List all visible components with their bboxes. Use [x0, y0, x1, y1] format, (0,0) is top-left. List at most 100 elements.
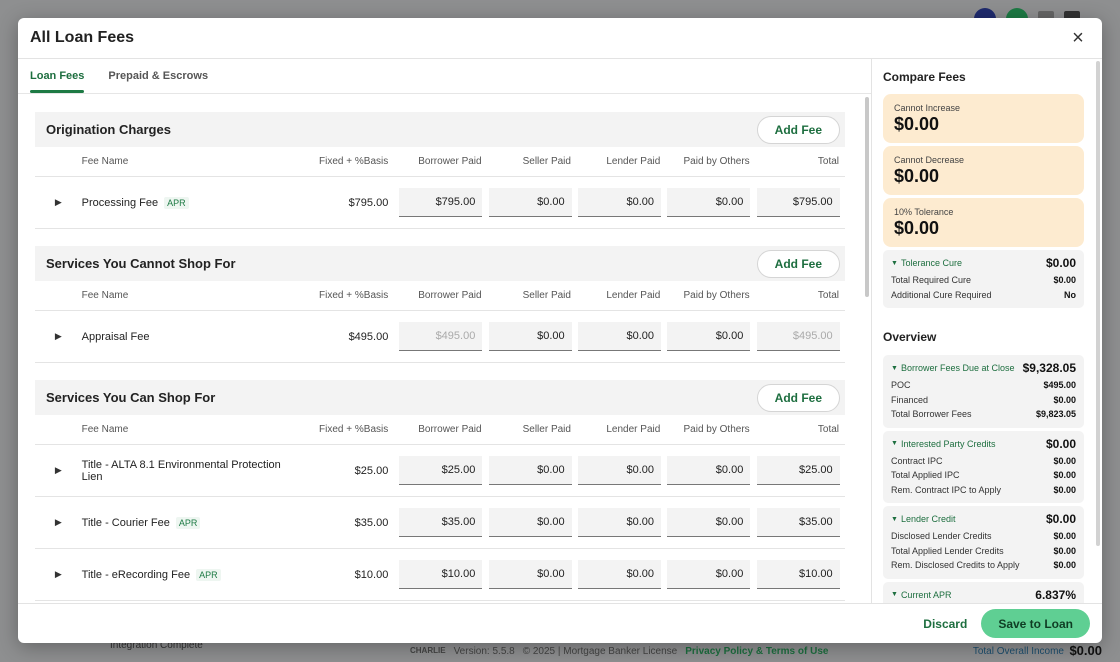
summary-row: Total Applied Lender Credits $0.00: [891, 545, 1076, 556]
lender-paid-input[interactable]: [577, 508, 661, 537]
borrower-fees-value: $9,328.05: [1022, 361, 1076, 375]
lender-paid-input[interactable]: [577, 188, 661, 217]
col-seller-paid: Seller Paid: [522, 156, 571, 167]
borrower-paid-input[interactable]: [399, 456, 483, 485]
expand-arrow-icon[interactable]: ▶: [35, 569, 82, 580]
table-row: ▶ Title - eRecording Fee APR $10.00: [35, 549, 845, 601]
tolerance-cure-header[interactable]: ▼ Tolerance Cure $0.00: [891, 256, 1076, 270]
version-text: Version: 5.5.8: [453, 646, 515, 657]
add-fee-button[interactable]: Add Fee: [756, 383, 840, 412]
summary-row: Additional Cure Required No: [891, 289, 1076, 300]
expand-arrow-icon[interactable]: ▶: [35, 331, 82, 342]
caret-down-icon: ▼: [891, 259, 898, 267]
close-icon[interactable]: ×: [1066, 28, 1090, 48]
lender-credit-header[interactable]: ▼ Lender Credit $0.00: [891, 512, 1076, 526]
borrower-paid-input[interactable]: [399, 188, 483, 217]
col-fee-name: Fee Name: [81, 290, 129, 301]
current-apr-card: ▼ Current APR 6.837%: [883, 581, 1084, 603]
paid-by-others-input[interactable]: [667, 322, 751, 351]
paid-by-others-input[interactable]: [667, 456, 751, 485]
col-lender-paid: Lender Paid: [606, 424, 661, 435]
cannot-decrease-value: $0.00: [894, 166, 940, 186]
fixed-basis-value: $35.00: [354, 516, 389, 529]
total-input[interactable]: [756, 508, 840, 537]
modal-footer: Discard Save to Loan: [18, 603, 1102, 643]
lender-credit-toggle[interactable]: ▼ Lender Credit: [891, 514, 955, 524]
lender-paid-input[interactable]: [577, 322, 661, 351]
col-paid-by-others: Paid by Others: [683, 424, 750, 435]
col-borrower-paid: Borrower Paid: [418, 156, 482, 167]
total-input[interactable]: [756, 456, 840, 485]
lender-paid-input[interactable]: [577, 456, 661, 485]
borrower-paid-input[interactable]: [399, 322, 483, 351]
summary-row: Total Required Cure $0.00: [891, 275, 1076, 285]
col-fee-name: Fee Name: [81, 424, 129, 435]
fee-name: Title - eRecording Fee: [81, 568, 191, 581]
expand-arrow-icon[interactable]: ▶: [35, 517, 82, 528]
total-input[interactable]: [756, 188, 840, 217]
ipc-header[interactable]: ▼ Interested Party Credits $0.00: [891, 437, 1076, 451]
expand-arrow-icon[interactable]: ▶: [35, 197, 82, 208]
borrower-paid-input[interactable]: [399, 560, 483, 589]
lender-paid-input[interactable]: [577, 560, 661, 589]
borrower-fees-toggle[interactable]: ▼ Borrower Fees Due at Close: [891, 363, 1014, 373]
ipc-toggle[interactable]: ▼ Interested Party Credits: [891, 439, 995, 449]
overview-title: Overview: [883, 330, 937, 344]
expand-arrow-icon[interactable]: ▶: [35, 465, 82, 476]
total-input[interactable]: [756, 560, 840, 589]
add-fee-button[interactable]: Add Fee: [756, 249, 840, 278]
seller-paid-input[interactable]: [488, 560, 572, 589]
column-header-row: Fee Name Fixed + %Basis Borrower Paid Selle…: [35, 147, 845, 177]
tolerance-cure-card: ▼ Tolerance Cure $0.00 Total Required Cur…: [883, 250, 1084, 308]
fees-scrollbar[interactable]: [865, 97, 869, 297]
seller-paid-input[interactable]: [488, 456, 572, 485]
col-total: Total: [817, 424, 840, 435]
col-lender-paid: Lender Paid: [606, 290, 661, 301]
save-to-loan-button[interactable]: Save to Loan: [981, 609, 1090, 638]
compare-scrollbar[interactable]: [1096, 61, 1100, 546]
current-apr-toggle[interactable]: ▼ Current APR: [891, 590, 951, 600]
tab-prepaid-escrows[interactable]: Prepaid & Escrows: [108, 59, 208, 93]
total-input[interactable]: [756, 322, 840, 351]
seller-paid-input[interactable]: [488, 188, 572, 217]
section-title: Services You Cannot Shop For: [46, 256, 236, 271]
tab-loan-fees[interactable]: Loan Fees: [30, 59, 85, 93]
apr-badge: APR: [175, 516, 201, 529]
paid-by-others-input[interactable]: [667, 508, 751, 537]
column-header-row: Fee Name Fixed + %Basis Borrower Paid Selle…: [35, 281, 845, 311]
cannot-decrease-label: Cannot Decrease: [894, 155, 965, 165]
compare-panel: Compare Fees Cannot Increase $0.00 Canno…: [871, 59, 1102, 603]
caret-down-icon: ▼: [891, 515, 898, 523]
all-loan-fees-modal: All Loan Fees × Loan Fees Prepaid & Escr…: [18, 18, 1102, 643]
fixed-basis-value: $495.00: [348, 330, 389, 343]
section-title: Origination Charges: [46, 122, 171, 137]
column-header-row: Fee Name Fixed + %Basis Borrower Paid Selle…: [35, 415, 845, 445]
borrower-fees-header[interactable]: ▼ Borrower Fees Due at Close $9,328.05: [891, 361, 1076, 375]
brand-logo: CHARLIE: [410, 646, 446, 655]
apr-badge: APR: [164, 196, 189, 209]
discard-button[interactable]: Discard: [923, 617, 967, 631]
current-apr-header[interactable]: ▼ Current APR 6.837%: [891, 588, 1076, 602]
col-seller-paid: Seller Paid: [522, 290, 571, 301]
col-borrower-paid: Borrower Paid: [418, 424, 482, 435]
tolerance-cure-toggle[interactable]: ▼ Tolerance Cure: [891, 258, 962, 268]
col-total: Total: [817, 290, 840, 301]
seller-paid-input[interactable]: [488, 322, 572, 351]
privacy-link[interactable]: Privacy Policy & Terms of Use: [685, 646, 828, 657]
add-fee-button[interactable]: Add Fee: [756, 115, 840, 144]
borrower-paid-input[interactable]: [399, 508, 483, 537]
table-row: ▶ Processing Fee APR $795.00: [35, 177, 845, 229]
section-title: Services You Can Shop For: [46, 390, 216, 405]
seller-paid-input[interactable]: [488, 508, 572, 537]
summary-row: Financed $0.00: [891, 394, 1076, 405]
total-overall-income-label: Total Overall Income: [972, 646, 1064, 657]
paid-by-others-input[interactable]: [667, 560, 751, 589]
col-fee-name: Fee Name: [81, 156, 129, 167]
compare-fees-title: Compare Fees: [883, 70, 966, 84]
paid-by-others-input[interactable]: [667, 188, 751, 217]
fixed-basis-value: $10.00: [354, 568, 389, 581]
copyright-text: © 2025 | Mortgage Banker License: [522, 646, 678, 657]
section-header: Services You Cannot Shop For Add Fee: [35, 246, 845, 281]
summary-row: Total Borrower Fees $9,823.05: [891, 409, 1076, 419]
lender-credit-card: ▼ Lender Credit $0.00 Disclosed Lender Cr…: [883, 506, 1084, 579]
